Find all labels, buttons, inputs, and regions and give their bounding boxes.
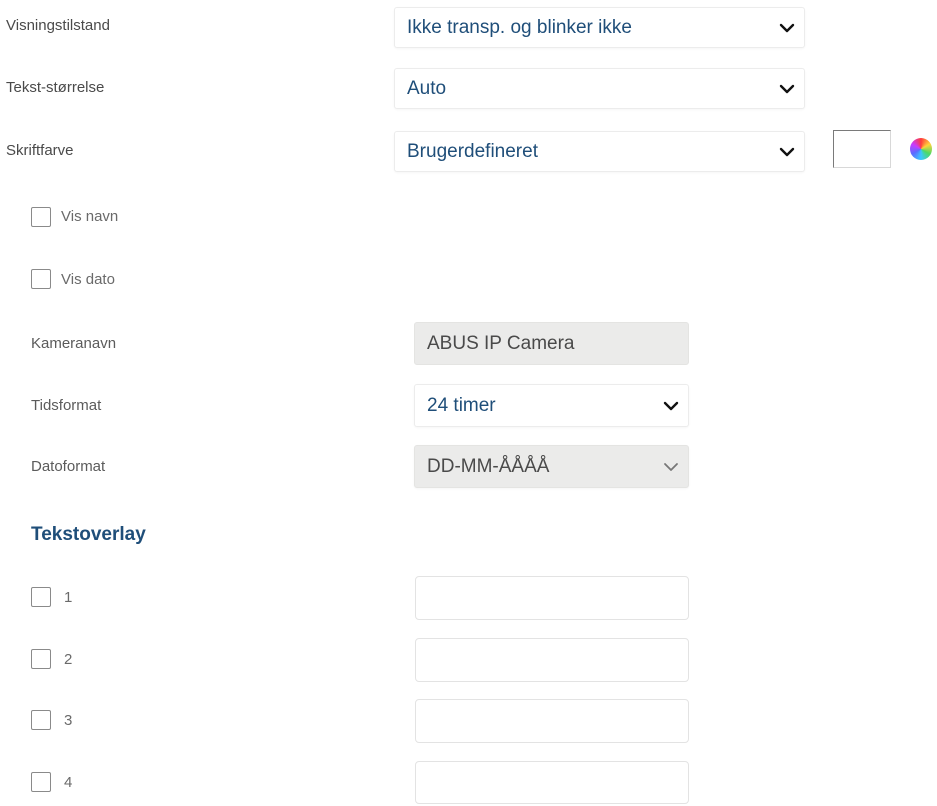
camera-name-value: ABUS IP Camera [427,332,575,354]
chevron-down-icon [663,459,679,475]
date-format-value: DD-MM-ÅÅÅÅ [427,455,550,477]
color-wheel-icon[interactable] [910,138,932,160]
show-name-checkbox[interactable] [31,207,51,227]
chevron-down-icon [779,20,795,36]
time-format-label: Tidsformat [31,397,102,414]
overlay-3-input[interactable] [415,699,689,743]
overlay-3-checkbox[interactable] [31,710,51,730]
time-format-select[interactable]: 24 timer [414,384,689,427]
font-color-select[interactable]: Brugerdefineret [394,131,805,172]
text-size-value: Auto [407,77,447,99]
time-format-value: 24 timer [427,394,496,416]
chevron-down-icon [663,398,679,414]
overlay-4-input[interactable] [415,761,689,804]
overlay-3-label: 3 [64,712,73,729]
font-color-swatch[interactable] [833,130,891,168]
camera-name-input: ABUS IP Camera [414,322,689,365]
date-format-label: Datoformat [31,458,106,475]
text-size-label: Tekst-størrelse [6,79,105,96]
overlay-2-input[interactable] [415,638,689,682]
chevron-down-icon [779,81,795,97]
font-color-label: Skriftfarve [6,142,74,159]
show-name-label: Vis navn [61,208,119,225]
overlay-1-label: 1 [64,589,73,606]
chevron-down-icon [779,144,795,160]
display-mode-label: Visningstilstand [6,17,110,34]
overlay-1-checkbox[interactable] [31,587,51,607]
date-format-select: DD-MM-ÅÅÅÅ [414,445,689,488]
display-mode-value: Ikke transp. og blinker ikke [407,16,632,38]
overlay-4-label: 4 [64,774,73,791]
overlay-2-checkbox[interactable] [31,649,51,669]
text-overlay-heading: Tekstoverlay [31,524,146,545]
overlay-4-checkbox[interactable] [31,772,51,792]
display-mode-select[interactable]: Ikke transp. og blinker ikke [394,7,805,48]
show-date-label: Vis dato [61,271,115,288]
text-size-select[interactable]: Auto [394,68,805,109]
font-color-value: Brugerdefineret [407,140,538,162]
show-date-checkbox[interactable] [31,269,51,289]
overlay-2-label: 2 [64,651,73,668]
overlay-1-input[interactable] [415,576,689,620]
camera-name-label: Kameranavn [31,335,117,352]
